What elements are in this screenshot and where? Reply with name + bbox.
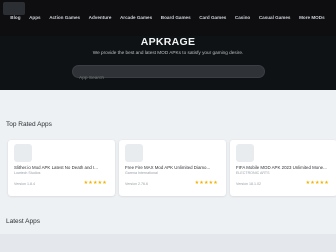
rating-stars-icon: ★★★★★ [305,180,329,186]
hero-banner: APKRAGE We provide the best and latest M… [0,36,336,90]
search-box [72,65,265,84]
app-developer: ELECTRONIC ARTS [236,171,270,175]
latest-heading: Latest Apps [6,218,40,225]
search-input[interactable] [73,73,264,84]
site-tagline: We provide the best and latest MOD APKs … [92,50,244,55]
app-card[interactable]: Free Fire MAX Mod APK Unlimited Diamo...… [119,140,226,196]
site-title: APKRAGE [140,36,196,48]
nav-item-casual-games[interactable]: Casual Games [255,15,295,20]
nav-item-board-games[interactable]: Board Games [156,15,194,20]
nav-item-blog[interactable]: Blog [6,15,25,20]
rating-stars-icon: ★★★★★ [83,180,107,186]
latest-apps-strip [0,234,336,252]
nav-item-action-games[interactable]: Action Games [45,15,84,20]
app-title[interactable]: Free Fire MAX Mod APK Unlimited Diamo... [125,165,222,170]
app-card[interactable]: Slither.io Mod APK Latest No Death and I… [8,140,115,196]
rating-stars-icon: ★★★★★ [194,180,218,186]
app-icon [236,144,254,162]
app-card[interactable]: FIFA Mobile MOD APK 2023 Unlimited Mone.… [230,140,336,196]
top-navbar: Blog Apps Action Games Adventure Arcade … [0,0,336,36]
app-version: Version 2.76.6 [125,182,148,186]
app-developer: Lowtech Studios [14,171,41,175]
app-icon [14,144,32,162]
nav-item-arcade-games[interactable]: Arcade Games [116,15,157,20]
nav-item-apps[interactable]: Apps [25,15,45,20]
app-version: Version 1.8.4 [14,182,35,186]
nav-item-more-mods[interactable]: More MODs [295,15,329,20]
nav-item-adventure[interactable]: Adventure [84,15,115,20]
app-icon [125,144,143,162]
nav-menu: Blog Apps Action Games Adventure Arcade … [0,15,329,20]
app-version: Version 18.1.02 [236,182,261,186]
app-title[interactable]: Slither.io Mod APK Latest No Death and I… [14,165,111,170]
top-rated-list: Slither.io Mod APK Latest No Death and I… [8,140,336,196]
nav-item-card-games[interactable]: Card Games [195,15,231,20]
app-title[interactable]: FIFA Mobile MOD APK 2023 Unlimited Mone.… [236,165,333,170]
top-rated-heading: Top Rated Apps [6,121,52,128]
nav-item-casino[interactable]: Casino [231,15,255,20]
site-logo[interactable] [3,2,25,15]
app-developer: Garena International [125,171,158,175]
